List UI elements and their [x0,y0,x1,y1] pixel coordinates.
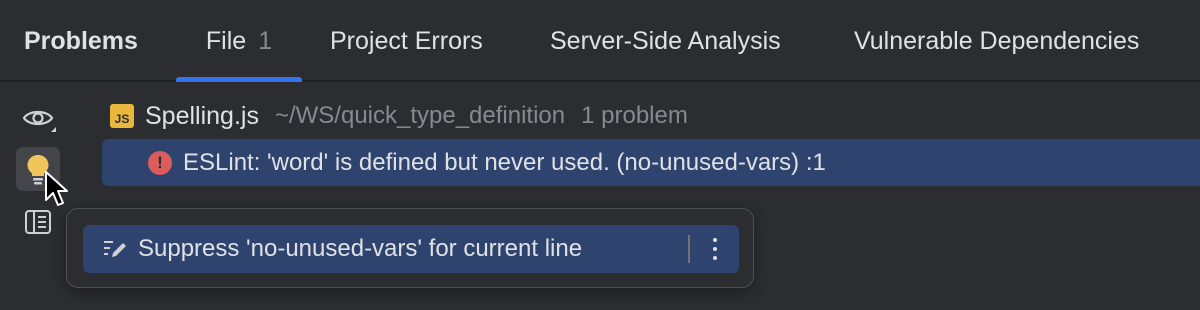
tab-project-errors[interactable]: Project Errors [330,0,483,82]
problems-title: Problems [24,27,138,55]
suppress-action[interactable]: Suppress 'no-unused-vars' for current li… [83,225,739,273]
problem-row[interactable]: ! ESLint: 'word' is defined but never us… [102,139,1200,186]
tab-file-label: File [205,27,247,55]
problem-message: ESLint: 'word' is defined but never used… [183,148,826,176]
active-tab-indicator [176,77,302,82]
tab-vulnerable-dependencies[interactable]: Vulnerable Dependencies [854,0,1139,82]
intention-popup: Suppress 'no-unused-vars' for current li… [66,208,754,288]
tab-bar: Problems File 1 Project Errors Server-Sid… [0,0,1200,82]
tab-file[interactable]: File 1 [176,0,302,82]
problem-count: 1 problem [581,102,688,129]
mouse-cursor-icon [45,171,68,206]
suppress-action-label: Suppress 'no-unused-vars' for current li… [138,235,583,262]
divider [688,235,690,263]
edit-icon [104,241,126,257]
js-file-icon: JS [110,104,134,128]
eye-icon[interactable] [16,96,60,140]
file-name: Spelling.js [145,101,259,130]
more-options-icon[interactable] [699,231,731,267]
file-node[interactable]: JS Spelling.js ~/WS/quick_type_definitio… [110,98,688,134]
file-path: ~/WS/quick_type_definition [274,102,566,129]
tab-file-count: 1 [258,27,273,55]
tab-server-side-analysis[interactable]: Server-Side Analysis [550,0,781,82]
error-icon: ! [148,150,172,175]
